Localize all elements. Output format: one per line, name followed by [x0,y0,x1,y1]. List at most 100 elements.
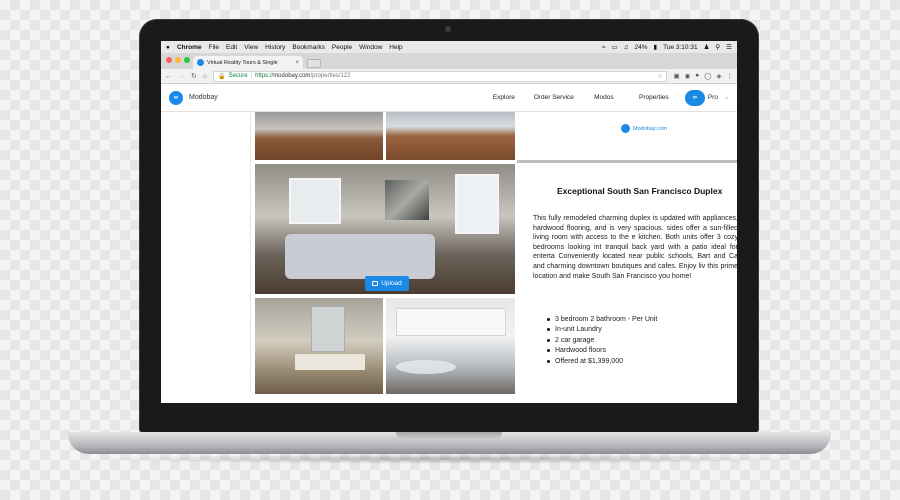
section-divider [517,160,737,163]
user-icon[interactable]: ♟ [704,43,710,51]
menu-help[interactable]: Help [389,44,402,51]
url-text: https://modobay.com/properties/122 [255,73,350,79]
photo-kitchen[interactable] [386,298,515,394]
photo-bathroom[interactable] [255,298,383,394]
menu-people[interactable]: People [332,44,352,51]
photo-table [396,360,456,374]
window-controls [166,57,190,63]
account-avatar[interactable]: ∞ [684,89,705,106]
listing-title: Exceptional South San Francisco Duplex [557,186,723,196]
star-icon[interactable]: ☆ [657,73,662,80]
apple-icon[interactable]: ● [166,44,170,51]
left-gutter [161,112,251,392]
extension-icon[interactable]: ◯ [704,72,711,80]
site-nav: Explore Order Service Modos Properties ∞… [479,89,729,106]
photo-wall-art [385,180,429,220]
photo-bedroom-floor-2[interactable] [386,112,515,160]
photo-gallery: Upload [255,112,515,394]
menu-window[interactable]: Window [359,44,382,51]
secure-label: Secure [228,73,248,79]
chevron-down-icon[interactable]: ⌄ [724,94,729,101]
url-scheme: https:// [255,73,274,79]
address-separator: | [250,73,253,79]
list-item: Offered at $1,399,000 [547,356,657,367]
menubar-status: ≈ ▭ ♫ 24% ▮ Tue 3:10:31 ♟ ⚲ ☰ [602,43,732,52]
url-path: /properties/122 [310,73,351,79]
extension-icon[interactable]: ◈ [717,72,722,80]
watermark-text: Modobay.com [633,125,668,132]
photo-mirror [311,306,345,352]
list-item: 3 bedroom 2 bathroom - Per Unit [547,314,657,325]
photo-sink [295,354,365,370]
airplay-icon[interactable]: ▭ [612,43,618,51]
nav-order-service[interactable]: Order Service [529,94,579,101]
reload-icon[interactable]: ↻ [191,72,197,80]
list-item: Hardwood floors [547,346,657,357]
extension-icons: ▣ ◉ ● ◯ ◈ ⋮ [673,72,733,80]
mac-menubar: ● Chrome File Edit View History Bookmark… [161,41,737,53]
list-item: 2 car garage [547,335,657,346]
back-icon[interactable]: ← [165,73,172,80]
menu-file[interactable]: File [209,44,219,51]
modobay-logo-icon [621,124,630,133]
browser-tab-strip: Virtual Reality Tours & Single × [161,53,737,69]
menu-chrome[interactable]: Chrome [177,44,202,51]
photo-cabinets [396,308,506,336]
extension-icon[interactable]: ◉ [685,72,691,80]
battery-percent: 24% [634,43,648,51]
listing-description: This fully remodeled charming duplex is … [533,215,737,280]
new-tab-button[interactable] [307,59,321,68]
menu-history[interactable]: History [265,44,285,51]
lock-icon[interactable]: 🔒 [218,73,225,80]
photo-bed [285,234,435,279]
spotlight-icon[interactable]: ⚲ [715,43,720,51]
photo-window [455,174,499,234]
site-brand[interactable]: Modobay [189,94,218,101]
laptop-notch [396,432,502,440]
home-icon[interactable]: ⌂ [203,73,207,80]
volume-icon[interactable]: ♫ [624,44,629,51]
image-icon [372,281,379,286]
laptop-base [68,432,831,454]
laptop-screen: ● Chrome File Edit View History Bookmark… [161,41,737,403]
photo-window [289,178,341,224]
minimize-window-icon[interactable] [175,57,181,63]
notifications-icon[interactable]: ☰ [726,43,732,51]
url-host: modobay.com [273,73,311,79]
modobay-favicon-icon [197,59,204,66]
menubar-clock[interactable]: Tue 3:10:31 [663,44,697,51]
laptop-shadow [80,454,820,464]
photo-bedroom[interactable] [255,164,515,294]
nav-modos[interactable]: Modos [579,94,629,101]
address-bar[interactable]: 🔒 Secure | https://modobay.com/propertie… [213,70,668,82]
battery-icon[interactable]: ▮ [654,43,658,51]
nav-properties[interactable]: Properties [629,94,679,101]
browser-tab[interactable]: Virtual Reality Tours & Single × [193,56,303,69]
zoom-window-icon[interactable] [184,57,190,63]
menu-dots-icon[interactable]: ⋮ [727,72,734,80]
extension-icon[interactable]: ● [695,72,699,80]
wifi-icon[interactable]: ≈ [602,44,606,51]
menu-edit[interactable]: Edit [226,44,237,51]
extension-icon[interactable]: ▣ [673,72,679,80]
browser-toolbar: ← → ↻ ⌂ 🔒 Secure | https://modobay.com/p… [161,69,737,84]
upload-button[interactable]: Upload [365,276,409,291]
tab-title: Virtual Reality Tours & Single [207,59,278,66]
tab-close-icon[interactable]: × [295,60,299,66]
listing-details: Modobay.com Exceptional South San Franci… [517,112,737,392]
forward-icon[interactable]: → [178,73,185,80]
account-label[interactable]: Pro [708,94,718,101]
close-window-icon[interactable] [166,57,172,63]
nav-explore[interactable]: Explore [479,94,529,101]
menu-bookmarks[interactable]: Bookmarks [292,44,325,51]
listing-features: 3 bedroom 2 bathroom - Per Unit In-unit … [547,314,657,367]
property-page: Upload Modobay.com Exceptional South San… [161,112,737,394]
menu-view[interactable]: View [244,44,258,51]
site-header: ∞ Modobay Explore Order Service Modos Pr… [161,84,737,112]
photo-bedroom-floor[interactable] [255,112,383,160]
webcam [445,26,451,32]
list-item: In-unit Laundry [547,325,657,336]
listing-watermark: Modobay.com [621,124,667,133]
modobay-logo-icon[interactable]: ∞ [169,90,183,105]
upload-label: Upload [381,280,402,287]
